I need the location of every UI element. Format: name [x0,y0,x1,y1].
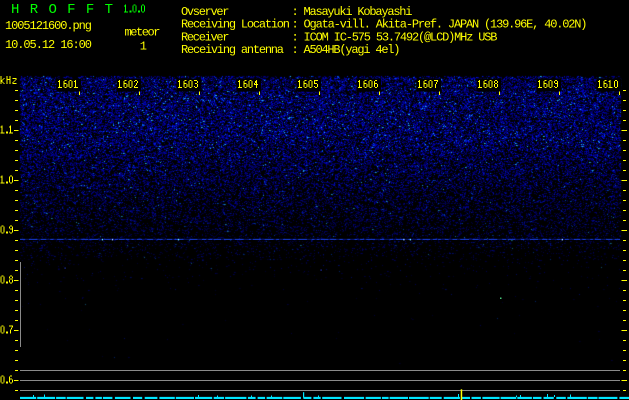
svg-text:1: 1 [140,40,147,54]
svg-text:meteor: meteor [125,26,161,40]
svg-text:: A504HB(yagi 4el): : A504HB(yagi 4el) [292,43,401,57]
svg-text:1005121600.png: 1005121600.png [5,19,92,33]
svg-text:10.05.12 16:00: 10.05.12 16:00 [5,38,92,52]
svg-text:H R O F F T: H R O F F T [11,2,113,18]
svg-text:Receiving antenna: Receiving antenna [181,43,284,57]
